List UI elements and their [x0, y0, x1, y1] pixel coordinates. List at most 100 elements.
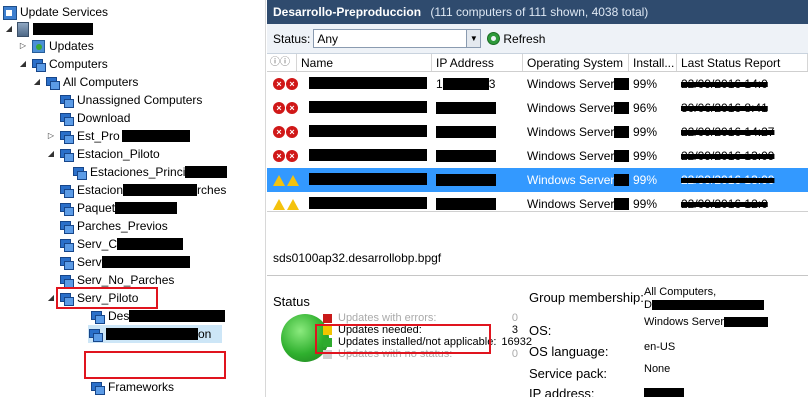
table-row[interactable]: × × 1 3 Windows Server 99% 22/09/2016 14:0 — [267, 72, 808, 96]
legend-label: Updates with errors: — [338, 312, 437, 324]
row-last-report: 30/06/2016 8:41 — [681, 101, 768, 115]
row-name — [309, 124, 432, 140]
table-row[interactable]: × × Windows Server 96% 30/06/2016 8:41 — [267, 96, 808, 120]
row-name — [309, 100, 432, 116]
redacted-text — [129, 310, 226, 322]
expanded-arrow-icon[interactable]: ◢ — [46, 145, 56, 163]
row-os: Windows Server — [523, 149, 629, 163]
redacted-text — [309, 172, 427, 185]
tree-updates[interactable]: ▷ Updates — [18, 37, 94, 55]
table-body: × × 1 3 Windows Server 99% 22/09/2016 14:0 × × Wi… — [267, 72, 808, 216]
row-ip — [432, 126, 523, 138]
tree-item-frameworks[interactable]: Frameworks — [90, 378, 174, 396]
tree-item-paquet[interactable]: Paquet — [59, 199, 178, 217]
tree-item-selected-group[interactable]: on — [88, 325, 222, 343]
tree-item-estacion-piloto[interactable]: ◢ Estacion_Piloto — [46, 145, 160, 163]
selected-computer-bar: sds0100ap32.desarrollobp.bpgf — [267, 211, 808, 273]
expanded-arrow-icon[interactable]: ◢ — [4, 20, 14, 38]
tree-item-label: Serv — [77, 255, 102, 269]
computer-group-icon — [59, 147, 74, 162]
tree-item-label: Des — [108, 309, 130, 323]
computer-group-icon — [59, 273, 74, 288]
row-os-text: Windows Server — [527, 101, 615, 115]
tree-item-label: Paquet — [77, 201, 116, 215]
column-header-os[interactable]: Operating System — [523, 54, 629, 71]
redacted-text — [724, 317, 769, 327]
tree-item-parches-previos[interactable]: Parches_Previos — [59, 217, 168, 235]
tree-item-des[interactable]: Des — [90, 307, 226, 325]
redacted-text — [614, 198, 629, 210]
os-value-wrap: Windows Server — [644, 316, 769, 328]
panel-title: Desarrollo-Preproduccion — [273, 5, 422, 19]
collapsed-arrow-icon[interactable]: ▷ — [18, 37, 28, 55]
tree-item-estaciones-princi[interactable]: Estaciones_Princi — [72, 163, 228, 181]
tree-item-download[interactable]: Download — [59, 109, 130, 127]
column-header-name[interactable]: Name — [297, 54, 432, 71]
computer-group-icon — [59, 219, 74, 234]
redacted-text — [614, 126, 629, 138]
row-last-report: 22/09/2016 14:27 — [681, 125, 775, 139]
redacted-text — [101, 256, 190, 268]
computer-group-icon — [90, 380, 105, 395]
status-filter-select[interactable]: Any ▼ — [313, 29, 482, 48]
tree-item-unassigned[interactable]: Unassigned Computers — [59, 91, 202, 109]
column-header-installed[interactable]: Install... — [629, 54, 677, 71]
updates-icon — [31, 39, 45, 53]
group-membership-value: All Computers, — [644, 286, 717, 298]
redacted-text — [614, 150, 629, 162]
tree-item-estacion-parches[interactable]: Estacion rches — [59, 181, 226, 199]
redacted-text — [309, 148, 427, 161]
computers-table: ⓘⓘ Name IP Address Operating System Inst… — [267, 54, 808, 216]
tree-item-label: Estacion — [77, 183, 124, 197]
tree-all-computers-label: All Computers — [63, 75, 139, 89]
row-os: Windows Server — [523, 197, 629, 211]
highlight-box-serv-piloto — [56, 287, 158, 309]
collapsed-arrow-icon[interactable]: ▷ — [46, 127, 56, 145]
tree-computers[interactable]: ◢ Computers — [18, 55, 108, 73]
redacted-text — [436, 102, 496, 114]
highlight-box-updates — [315, 324, 491, 354]
filter-bar: Status: Any ▼ Refresh — [267, 24, 808, 54]
redacted-text — [115, 202, 178, 214]
panel-header: Desarrollo-Preproduccion (111 computers … — [267, 0, 808, 24]
column-header-ip[interactable]: IP Address — [432, 54, 523, 71]
table-row[interactable]: × × Windows Server 99% 22/09/2016 13:09 — [267, 144, 808, 168]
row-name — [309, 148, 432, 164]
navigation-tree: Update Services ◢ ▷ Updates ◢ Computers … — [0, 0, 266, 397]
row-name — [309, 172, 432, 188]
redacted-text — [123, 184, 198, 196]
expanded-arrow-icon[interactable]: ◢ — [32, 73, 42, 91]
warning-icon — [267, 174, 309, 186]
status-column-header[interactable]: ⓘⓘ — [267, 54, 297, 71]
tree-item-label: Unassigned Computers — [77, 93, 203, 107]
tree-all-computers[interactable]: ◢ All Computers — [32, 73, 138, 91]
row-ip — [432, 102, 523, 114]
row-os-text: Windows Server — [527, 125, 615, 139]
row-last-report: 22/09/2016 13:00 — [681, 173, 775, 187]
redacted-text — [185, 166, 228, 178]
table-row[interactable]: Windows Server 99% 22/09/2016 13:00 — [267, 168, 808, 192]
column-header-last-report[interactable]: Last Status Report — [677, 54, 808, 71]
table-row[interactable]: × × Windows Server 99% 22/09/2016 14:27 — [267, 120, 808, 144]
row-os-text: Windows Server — [527, 77, 615, 91]
error-icon: × × — [267, 126, 309, 138]
error-icon: × × — [267, 78, 309, 90]
redacted-text — [309, 124, 427, 137]
error-icon: × × — [267, 102, 309, 114]
tree-server[interactable]: ◢ — [4, 20, 93, 38]
tree-root[interactable]: Update Services — [2, 3, 108, 21]
tree-item-est-pro[interactable]: ▷ Est_Pro — [46, 127, 190, 145]
redacted-text — [436, 150, 496, 162]
computer-group-icon — [59, 255, 74, 270]
computer-group-icon — [59, 237, 74, 252]
tree-item-serv[interactable]: Serv — [59, 253, 190, 271]
chevron-down-icon[interactable]: ▼ — [466, 30, 481, 47]
tree-item-serv-c[interactable]: Serv_C — [59, 235, 184, 253]
computer-group-icon — [90, 309, 105, 324]
os-label: OS: — [529, 323, 552, 338]
expanded-arrow-icon[interactable]: ◢ — [18, 55, 28, 73]
refresh-button[interactable]: Refresh — [487, 32, 545, 46]
expanded-arrow-icon[interactable]: ◢ — [46, 289, 56, 307]
row-last-report: 22/09/2016 12:0 — [681, 197, 768, 211]
legend-value: 3 — [511, 324, 518, 336]
